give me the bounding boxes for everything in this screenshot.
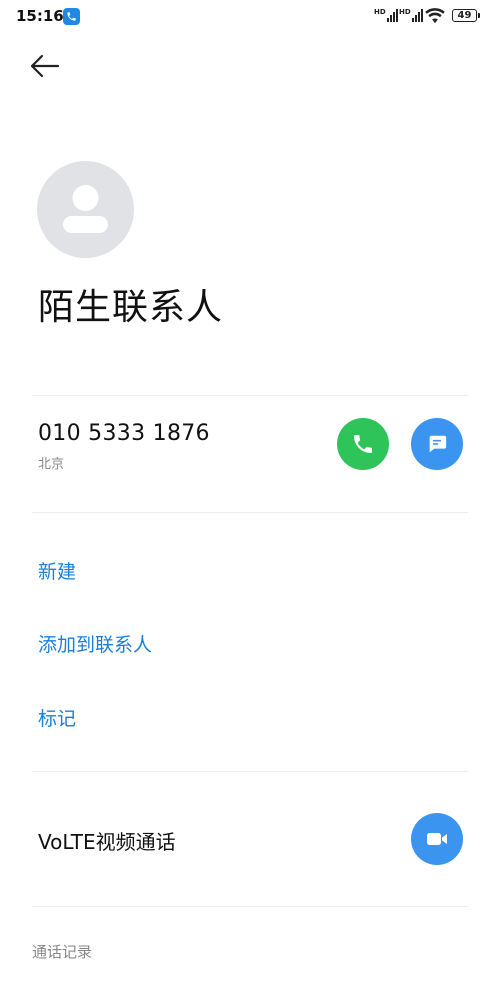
battery-tip bbox=[478, 13, 480, 18]
divider bbox=[32, 771, 468, 772]
new-contact-link[interactable]: 新建 bbox=[38, 557, 76, 584]
message-button[interactable] bbox=[411, 418, 463, 470]
avatar bbox=[37, 161, 134, 258]
divider bbox=[32, 512, 468, 513]
cell-signal-2-icon: HD bbox=[399, 8, 423, 22]
phone-icon bbox=[354, 435, 372, 453]
battery-icon: 49 bbox=[452, 9, 477, 22]
mark-link[interactable]: 标记 bbox=[38, 704, 76, 731]
video-call-button[interactable] bbox=[411, 813, 463, 865]
video-camera-icon bbox=[427, 833, 447, 845]
add-to-contacts-link[interactable]: 添加到联系人 bbox=[38, 630, 152, 657]
call-button[interactable] bbox=[337, 418, 389, 470]
contact-name: 陌生联系人 bbox=[38, 287, 224, 328]
app-notification-icon bbox=[63, 8, 80, 25]
status-time: 15:16 bbox=[16, 7, 64, 25]
message-icon bbox=[429, 435, 447, 453]
back-button[interactable] bbox=[28, 50, 62, 82]
phone-location: 北京 bbox=[38, 457, 65, 472]
avatar-placeholder-icon bbox=[63, 185, 108, 233]
divider bbox=[32, 906, 468, 907]
wifi-icon bbox=[424, 8, 446, 28]
phone-number[interactable]: 010 5333 1876 bbox=[38, 421, 210, 446]
back-arrow-icon bbox=[30, 54, 60, 78]
divider bbox=[32, 395, 468, 396]
volte-video-call-label: VoLTE视频通话 bbox=[38, 830, 176, 854]
cell-signal-1-icon: HD bbox=[374, 8, 398, 22]
call-log-header: 通话记录 bbox=[32, 943, 93, 961]
